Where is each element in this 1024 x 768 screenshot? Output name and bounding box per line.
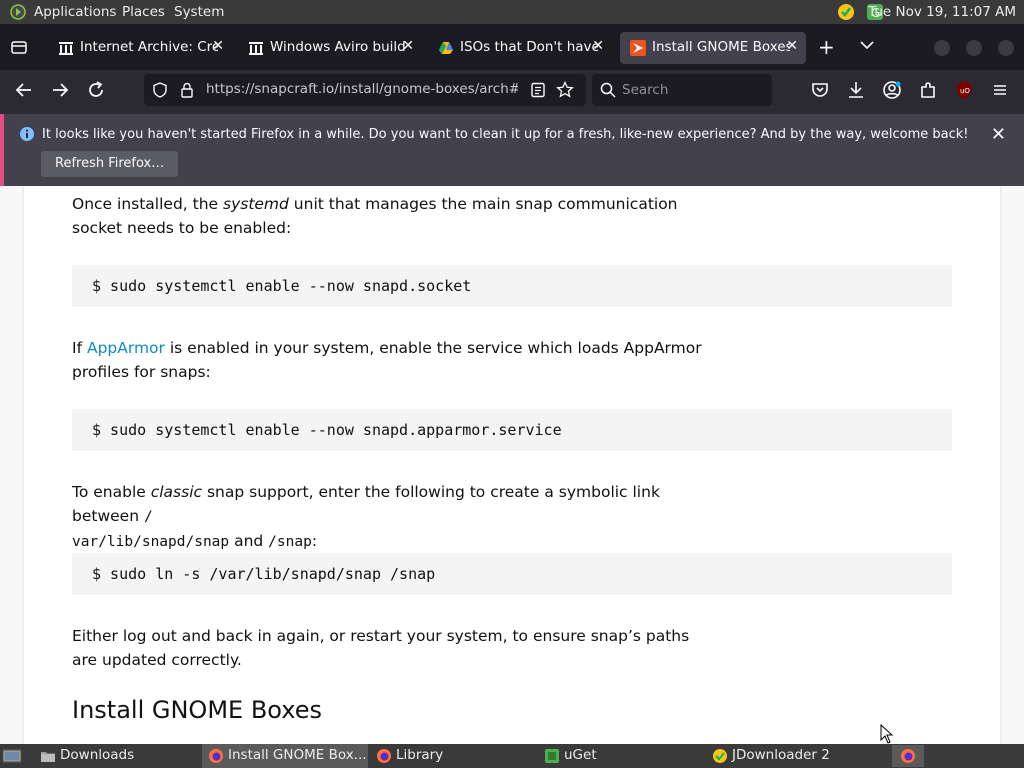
- content-card: Once installed, the systemd unit that ma…: [24, 186, 1000, 744]
- url-bar[interactable]: https://snapcraft.io/install/gnome-boxes…: [144, 74, 586, 106]
- code-block-apparmor-service[interactable]: $ sudo systemctl enable --now snapd.appa…: [72, 409, 952, 451]
- minimize-icon[interactable]: [934, 40, 950, 56]
- bottom-taskbar: Downloads Install GNOME Box... Library u…: [0, 744, 1024, 768]
- ublock-origin-icon[interactable]: uO: [952, 78, 976, 102]
- folder-icon: [40, 748, 56, 764]
- downloads-icon[interactable]: [844, 78, 868, 102]
- tab-windows-aviro[interactable]: Windows Aviro build ✕: [238, 32, 422, 64]
- lock-icon[interactable]: [180, 82, 194, 98]
- code-block-snapd-socket[interactable]: $ sudo systemctl enable --now snapd.sock…: [72, 265, 952, 307]
- paragraph-classic: To enable classic snap support, enter th…: [72, 480, 712, 554]
- firefox-icon: [376, 748, 392, 764]
- close-icon[interactable]: ✕: [212, 38, 224, 54]
- jdownloader-icon: [712, 748, 728, 764]
- pocket-icon[interactable]: [808, 78, 832, 102]
- uget-icon: [544, 748, 560, 764]
- gnome-foot-icon[interactable]: [10, 4, 26, 20]
- mouse-cursor-icon: [880, 724, 894, 744]
- tab-isos[interactable]: ISOs that Don't haven ✕: [428, 32, 612, 64]
- apparmor-link[interactable]: AppArmor: [87, 339, 165, 357]
- task-label: uGet: [564, 747, 597, 763]
- refresh-firefox-button[interactable]: Refresh Firefox…: [41, 151, 179, 177]
- firefox-icon: [208, 748, 224, 764]
- reader-view-icon[interactable]: [530, 82, 546, 98]
- taskbar-install-gnome-boxes[interactable]: Install GNOME Box...: [202, 744, 368, 768]
- text: is enabled in your system, enable the se…: [72, 339, 702, 381]
- window-close-icon[interactable]: [998, 40, 1014, 56]
- new-tab-icon[interactable]: +: [818, 35, 835, 59]
- task-label: Install GNOME Box...: [228, 747, 367, 763]
- taskbar-library[interactable]: Library: [370, 744, 532, 768]
- search-icon: [600, 82, 616, 98]
- inline-code: /snap: [268, 534, 312, 550]
- tab-internet-archive[interactable]: Internet Archive: Crea ✕: [48, 32, 232, 64]
- url-text[interactable]: https://snapcraft.io/install/gnome-boxes…: [206, 81, 518, 97]
- navigation-toolbar: https://snapcraft.io/install/gnome-boxes…: [0, 70, 1024, 110]
- close-icon[interactable]: ✕: [786, 38, 798, 54]
- applications-menu[interactable]: Applications: [34, 4, 116, 20]
- tab-label: Windows Aviro build: [270, 39, 406, 55]
- tab-install-gnome-boxes[interactable]: Install GNOME Boxes ✕: [620, 32, 806, 64]
- maximize-icon[interactable]: [966, 40, 982, 56]
- back-icon[interactable]: [12, 78, 36, 102]
- forward-icon[interactable]: [48, 78, 72, 102]
- tab-strip: Internet Archive: Crea ✕ Windows Aviro b…: [0, 24, 1024, 70]
- reload-icon[interactable]: [84, 78, 108, 102]
- archive-icon: [248, 40, 264, 56]
- search-field[interactable]: Search: [592, 74, 772, 106]
- text: :: [311, 532, 318, 550]
- close-icon[interactable]: ✕: [402, 38, 414, 54]
- archive-icon: [58, 40, 74, 56]
- section-heading: Install GNOME Boxes: [72, 696, 322, 724]
- clock[interactable]: Tue Nov 19, 11:07 AM: [868, 4, 1016, 20]
- text: To enable: [72, 483, 151, 501]
- emphasis: systemd: [223, 195, 289, 213]
- emphasis: classic: [150, 483, 203, 501]
- tab-label: ISOs that Don't haven: [460, 39, 598, 55]
- text: If: [72, 339, 87, 357]
- system-menu[interactable]: System: [174, 4, 224, 20]
- text: Once installed, the: [72, 195, 223, 213]
- paragraph-apparmor: If AppArmor is enabled in your system, e…: [72, 336, 722, 384]
- taskbar-jdownloader[interactable]: JDownloader 2: [706, 744, 886, 768]
- bookmark-star-icon[interactable]: [556, 81, 574, 99]
- search-placeholder: Search: [622, 82, 669, 98]
- close-icon[interactable]: ✕: [592, 38, 604, 54]
- paragraph-systemd: Once installed, the systemd unit that ma…: [72, 192, 692, 240]
- refresh-firefox-notification: It looks like you haven't started Firefo…: [0, 114, 1024, 186]
- show-desktop-icon[interactable]: [2, 748, 22, 764]
- tracking-protection-icon[interactable]: [152, 82, 168, 98]
- places-menu[interactable]: Places: [122, 4, 165, 20]
- chevron-down-icon[interactable]: [860, 40, 874, 50]
- inline-code: var/lib/snapd/snap: [72, 534, 230, 550]
- taskbar-uget[interactable]: uGet: [538, 744, 700, 768]
- snapcraft-icon: [630, 40, 646, 56]
- svg-text:uO: uO: [960, 87, 970, 95]
- drive-icon: [438, 40, 454, 56]
- extensions-icon[interactable]: [916, 78, 940, 102]
- hamburger-menu-icon[interactable]: [988, 78, 1012, 102]
- task-label: Downloads: [60, 747, 135, 763]
- firefox-view-icon[interactable]: [10, 38, 28, 56]
- tab-label: Install GNOME Boxes: [652, 39, 790, 55]
- top-panel: Applications Places System G Tue Nov 19,…: [0, 0, 1024, 24]
- workspace-switcher[interactable]: [892, 745, 924, 767]
- taskbar-downloads[interactable]: Downloads: [34, 744, 196, 768]
- page-content: Once installed, the systemd unit that ma…: [0, 186, 1024, 744]
- inline-code: /: [143, 509, 153, 525]
- paragraph-logout: Either log out and back in again, or res…: [72, 627, 690, 669]
- task-label: JDownloader 2: [732, 747, 830, 763]
- close-icon[interactable]: ✕: [991, 124, 1006, 145]
- notification-message: It looks like you haven't started Firefo…: [42, 127, 969, 142]
- task-label: Library: [396, 747, 444, 763]
- info-icon: [19, 126, 35, 142]
- tab-label: Internet Archive: Crea: [80, 39, 218, 55]
- account-icon[interactable]: [880, 78, 904, 102]
- tray-jdownloader-icon[interactable]: [836, 2, 856, 22]
- code-block-symlink[interactable]: $ sudo ln -s /var/lib/snapd/snap /snap: [72, 553, 952, 595]
- text: and: [229, 532, 269, 550]
